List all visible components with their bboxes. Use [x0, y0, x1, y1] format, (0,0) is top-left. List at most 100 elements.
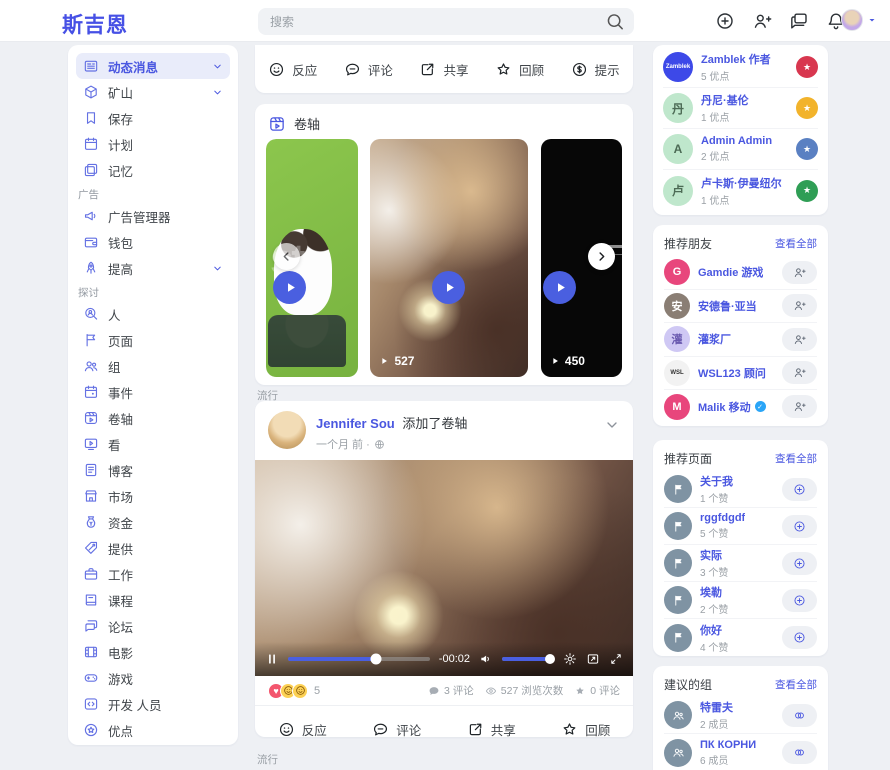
member-name[interactable]: Admin Admin: [701, 135, 772, 147]
like-page-button[interactable]: [782, 515, 817, 538]
sidebar-item[interactable]: 优点: [76, 717, 230, 743]
group-name[interactable]: 特雷夫: [700, 699, 733, 715]
member-avatar[interactable]: 卢: [663, 176, 693, 206]
add-friend-button[interactable]: [782, 361, 817, 384]
add-friend-button[interactable]: [782, 328, 817, 351]
fullscreen-button[interactable]: [609, 652, 623, 666]
friend-row[interactable]: G Gamdie 游戏 ✓: [664, 256, 817, 290]
sidebar-item[interactable]: 电影: [76, 639, 230, 665]
profile-menu-button[interactable]: [841, 9, 878, 31]
friend-name[interactable]: 安德鲁·亚当: [698, 298, 757, 314]
friend-row[interactable]: WSL WSL123 顾问 ✓: [664, 357, 817, 391]
reel-card[interactable]: 527: [370, 139, 528, 377]
page-name[interactable]: 实际: [700, 547, 728, 563]
sidebar-item[interactable]: 页面: [76, 327, 230, 353]
page-row[interactable]: 实际 3 个赞: [664, 545, 817, 582]
page-avatar[interactable]: [664, 586, 692, 614]
sidebar-item[interactable]: 市场: [76, 483, 230, 509]
sidebar-item[interactable]: 记忆: [76, 157, 230, 183]
sidebar-item[interactable]: 人: [76, 301, 230, 327]
sidebar-item[interactable]: 提供: [76, 535, 230, 561]
page-avatar[interactable]: [664, 475, 692, 503]
post-menu-button[interactable]: [604, 417, 620, 433]
review-count[interactable]: 0 评论: [574, 683, 620, 698]
like-page-button[interactable]: [782, 626, 817, 649]
sidebar-item[interactable]: 钱包: [76, 229, 230, 255]
page-name[interactable]: rggfdgdf: [700, 512, 745, 524]
author-avatar[interactable]: [268, 411, 306, 449]
page-row[interactable]: rggfdgdf 5 个赞: [664, 508, 817, 545]
settings-button[interactable]: [563, 652, 577, 666]
play-button[interactable]: [273, 271, 306, 304]
reels-prev-button[interactable]: [273, 243, 300, 270]
reaction-count[interactable]: 5: [314, 685, 320, 697]
see-all-friends-link[interactable]: 查看全部: [775, 236, 817, 251]
member-name[interactable]: 卢卡斯·伊曼纽尔: [701, 175, 782, 191]
friend-row[interactable]: 安 安德鲁·亚当 ✓: [664, 290, 817, 324]
page-avatar[interactable]: [664, 549, 692, 577]
member-row[interactable]: 卢 卢卡斯·伊曼纽尔 1 优点 ★: [663, 170, 818, 211]
post-action-button[interactable]: 提示: [571, 60, 620, 79]
search-input[interactable]: [270, 15, 602, 29]
page-avatar[interactable]: [664, 512, 692, 540]
post-action-button[interactable]: 共享: [467, 720, 516, 737]
author-name[interactable]: Jennifer Sou: [316, 416, 395, 431]
pause-button[interactable]: [265, 652, 279, 666]
volume-bar[interactable]: [502, 657, 554, 662]
reels-next-button[interactable]: [588, 243, 615, 270]
sidebar-item[interactable]: 资金: [76, 509, 230, 535]
post-action-button[interactable]: 回顾: [561, 720, 610, 737]
member-row[interactable]: Zamblek Zamblek 作者 5 优点 ★: [663, 47, 818, 88]
site-logo[interactable]: 斯吉恩: [62, 9, 128, 39]
friend-name[interactable]: WSL123 顾问: [698, 365, 766, 381]
sidebar-item[interactable]: 博客: [76, 457, 230, 483]
see-all-groups-link[interactable]: 查看全部: [775, 677, 817, 692]
member-avatar[interactable]: 丹: [663, 93, 693, 123]
sidebar-item[interactable]: 开发 人员: [76, 691, 230, 717]
sidebar-item[interactable]: 卷轴: [76, 405, 230, 431]
member-name[interactable]: Zamblek 作者: [701, 51, 771, 67]
page-name[interactable]: 埃勒: [700, 584, 728, 600]
group-avatar[interactable]: [664, 701, 692, 729]
sidebar-item[interactable]: 矿山: [76, 79, 230, 105]
member-name[interactable]: 丹尼·基伦: [701, 92, 749, 108]
member-row[interactable]: 丹 丹尼·基伦 1 优点 ★: [663, 88, 818, 129]
reaction-icons[interactable]: ♥: [268, 683, 308, 699]
member-avatar[interactable]: Zamblek: [663, 52, 693, 82]
add-friend-button[interactable]: [782, 294, 817, 317]
post-action-button[interactable]: 评论: [372, 720, 421, 737]
group-row[interactable]: 特雷夫 2 成员: [664, 697, 817, 734]
sidebar-item[interactable]: 广告管理器: [76, 203, 230, 229]
post-action-button[interactable]: 回顾: [495, 60, 544, 79]
friend-name[interactable]: 灌浆厂: [698, 331, 731, 347]
volume-button[interactable]: [479, 652, 493, 666]
post-action-button[interactable]: 评论: [344, 60, 393, 79]
seek-bar[interactable]: [288, 657, 430, 662]
add-friend-button[interactable]: [752, 11, 772, 31]
messages-button[interactable]: [789, 11, 809, 31]
play-button[interactable]: [432, 271, 465, 304]
friend-row[interactable]: 灌 灌浆厂 ✓: [664, 323, 817, 357]
group-row[interactable]: ПК КОРНИ 6 成员: [664, 734, 817, 770]
sidebar-item[interactable]: 事件: [76, 379, 230, 405]
sidebar-item[interactable]: 组: [76, 353, 230, 379]
post-action-button[interactable]: 反应: [268, 60, 317, 79]
see-all-pages-link[interactable]: 查看全部: [775, 451, 817, 466]
friend-avatar[interactable]: WSL: [664, 360, 690, 386]
video-player[interactable]: -00:02: [255, 460, 633, 676]
friend-avatar[interactable]: G: [664, 259, 690, 285]
friend-avatar[interactable]: M: [664, 394, 690, 420]
sidebar-item[interactable]: 工作: [76, 561, 230, 587]
page-name[interactable]: 关于我: [700, 473, 733, 489]
sidebar-item[interactable]: 计划: [76, 131, 230, 157]
sidebar-item[interactable]: 课程: [76, 587, 230, 613]
add-friend-button[interactable]: [782, 261, 817, 284]
pip-button[interactable]: [586, 652, 600, 666]
friend-avatar[interactable]: 灌: [664, 326, 690, 352]
sidebar-item[interactable]: 提高: [76, 255, 230, 281]
page-name[interactable]: 你好: [700, 622, 728, 638]
post-action-button[interactable]: 反应: [278, 720, 327, 737]
sidebar-item[interactable]: 保存: [76, 105, 230, 131]
page-row[interactable]: 关于我 1 个赞: [664, 471, 817, 508]
create-button[interactable]: [715, 11, 735, 31]
